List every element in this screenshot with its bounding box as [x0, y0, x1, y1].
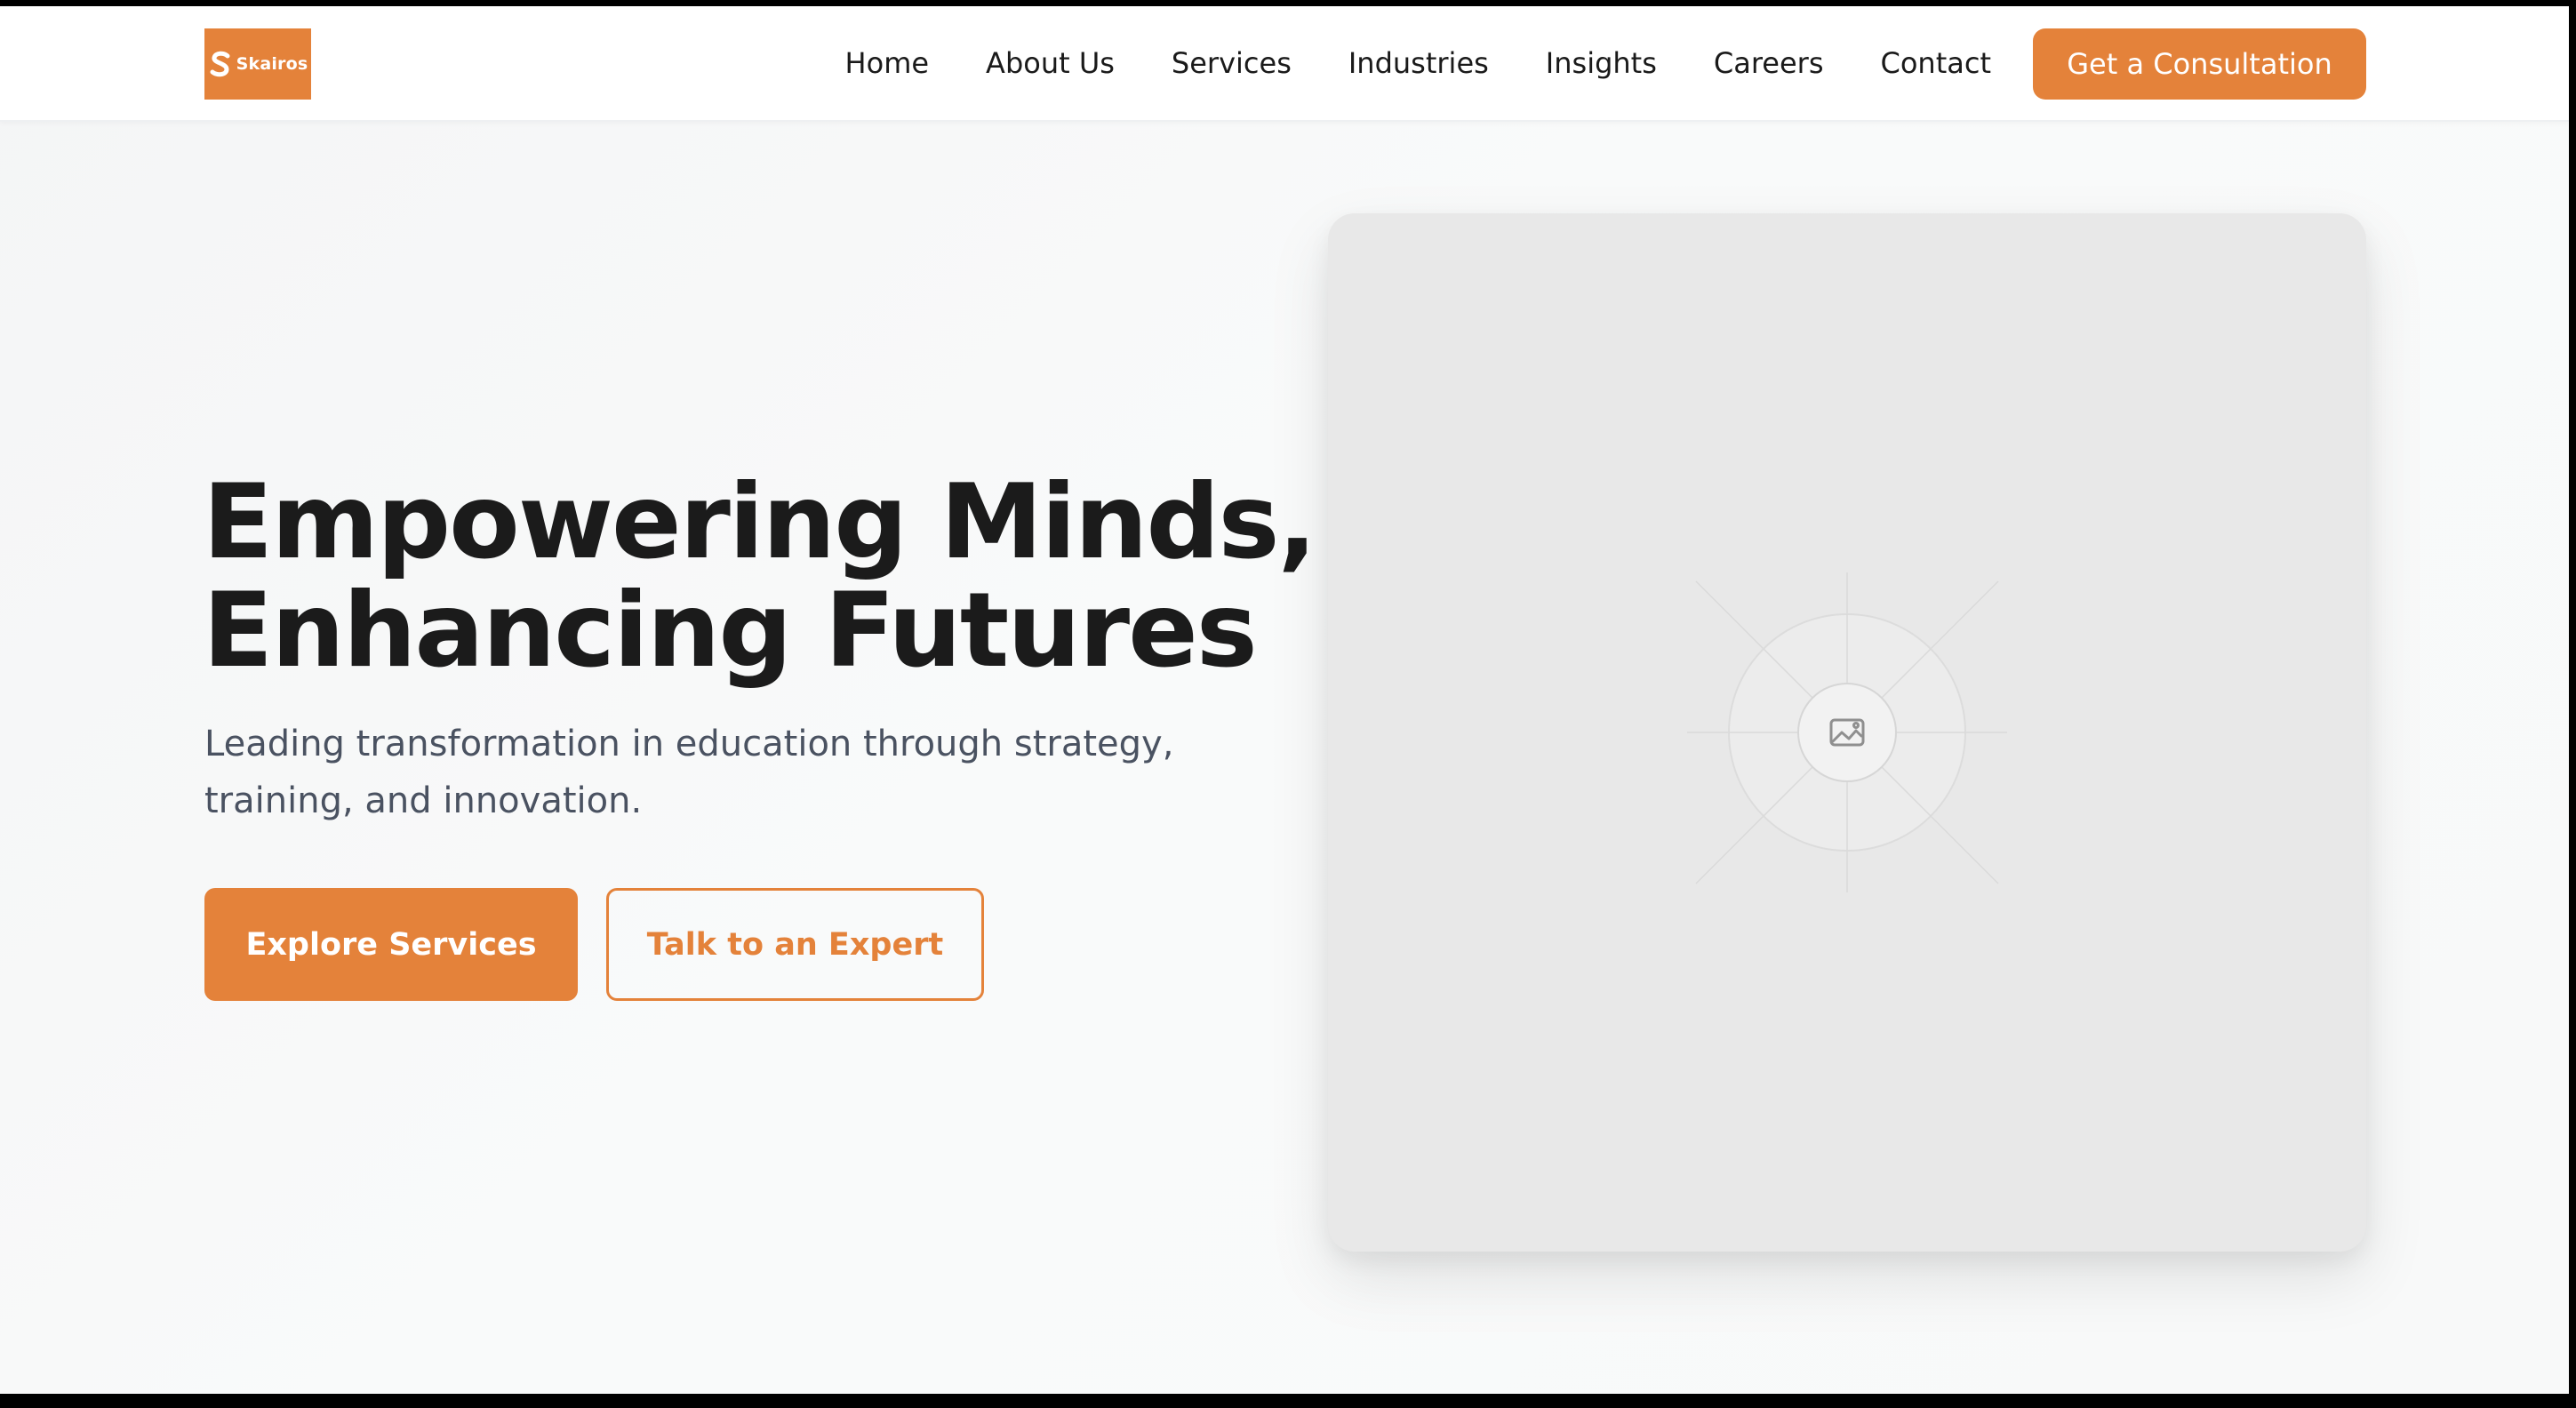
logo-mark-icon: [210, 51, 230, 77]
nav-careers[interactable]: Careers: [1714, 46, 1824, 80]
hero-image-placeholder: [1328, 213, 2366, 1252]
get-consultation-button[interactable]: Get a Consultation: [2033, 28, 2366, 100]
main-nav: Home About Us Services Industries Insigh…: [800, 6, 1991, 120]
site-header: Skairos Home About Us Services Industrie…: [0, 6, 2569, 122]
image-placeholder-graphic: [1687, 572, 2007, 892]
nav-industries[interactable]: Industries: [1348, 46, 1489, 80]
hero-title: Empowering Minds, Enhancing Futures: [203, 468, 1358, 685]
nav-services[interactable]: Services: [1172, 46, 1292, 80]
nav-contact[interactable]: Contact: [1881, 46, 1992, 80]
logo-text: Skairos: [236, 54, 308, 74]
talk-to-expert-button[interactable]: Talk to an Expert: [606, 888, 984, 1001]
hero-subtitle: Leading transformation in education thro…: [204, 724, 1174, 821]
hero-title-line-2: Enhancing Futures: [203, 571, 1258, 691]
nav-about-us[interactable]: About Us: [986, 46, 1115, 80]
logo[interactable]: Skairos: [204, 28, 311, 100]
nav-home[interactable]: Home: [845, 46, 930, 80]
nav-insights[interactable]: Insights: [1546, 46, 1657, 80]
hero-title-line-1: Empowering Minds,: [203, 462, 1317, 582]
page: Skairos Home About Us Services Industrie…: [0, 6, 2569, 1394]
explore-services-button[interactable]: Explore Services: [204, 888, 578, 1001]
